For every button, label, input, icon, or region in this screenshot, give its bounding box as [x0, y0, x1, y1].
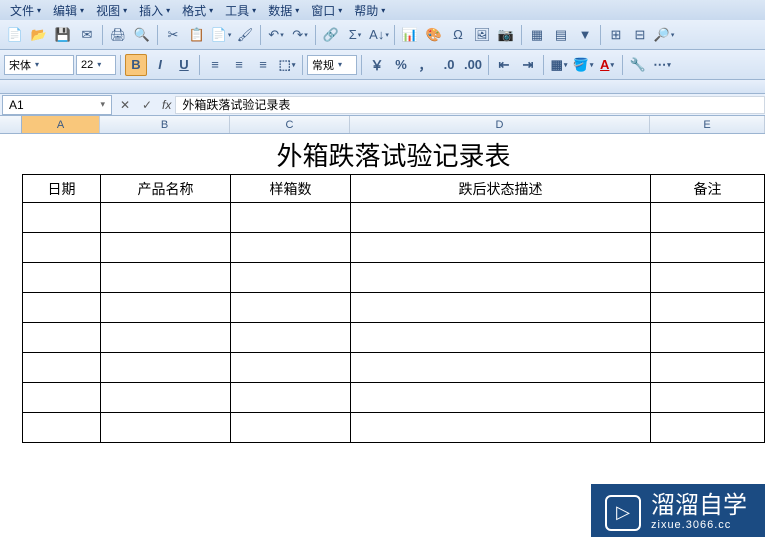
research-icon[interactable]: 🔧 — [627, 54, 649, 76]
align-left-icon[interactable]: ≡ — [204, 54, 226, 76]
fill-color-icon[interactable]: 🪣 — [572, 54, 594, 76]
decrease-indent-icon[interactable]: ⇤ — [493, 54, 515, 76]
th-remark: 备注 — [651, 175, 765, 203]
table-row — [23, 203, 765, 233]
col-header-c[interactable]: C — [230, 116, 350, 133]
copy-icon[interactable]: 📋 — [186, 24, 208, 46]
symbol-icon[interactable]: Ω — [447, 24, 469, 46]
undo-icon[interactable]: ↶ — [265, 24, 287, 46]
column-headers: A B C D E — [0, 116, 765, 134]
menu-window[interactable]: 窗口 — [305, 0, 348, 21]
save-icon[interactable]: 💾 — [52, 24, 74, 46]
more-icon[interactable]: ⋯ — [651, 54, 673, 76]
chart-icon[interactable]: 📊 — [399, 24, 421, 46]
italic-button[interactable]: I — [149, 54, 171, 76]
increase-decimal-icon[interactable]: .0 — [438, 54, 460, 76]
menu-insert[interactable]: 插入 — [133, 0, 176, 21]
zoom-icon[interactable]: 🔎 — [653, 24, 675, 46]
align-right-icon[interactable]: ≡ — [252, 54, 274, 76]
pivot-icon[interactable]: ▤ — [550, 24, 572, 46]
select-all-corner[interactable] — [0, 116, 22, 133]
open-icon[interactable]: 📂 — [28, 24, 50, 46]
watermark-brand: 溜溜自学 — [651, 494, 747, 518]
format-toolbar: 宋体 22 B I U ≡ ≡ ≡ ⬚ 常规 ￥ % ， .0 .00 ⇤ ⇥ … — [0, 50, 765, 80]
autosum-icon[interactable]: Σ — [344, 24, 366, 46]
th-product: 产品名称 — [101, 175, 231, 203]
name-box[interactable]: A1 — [2, 95, 112, 115]
number-format-combo[interactable]: 常规 — [307, 55, 357, 75]
table-icon[interactable]: ▦ — [526, 24, 548, 46]
print-icon[interactable]: 🖨 — [107, 24, 129, 46]
menu-file[interactable]: 文件 — [4, 0, 47, 21]
cut-icon[interactable]: ✂ — [162, 24, 184, 46]
picture-icon[interactable]: 🖼 — [471, 24, 493, 46]
col-header-d[interactable]: D — [350, 116, 650, 133]
standard-toolbar: 📄 📂 💾 ✉ 🖨 🔍 ✂ 📋 📄 🖌 ↶ ↷ 🔗 Σ A↓ 📊 🎨 Ω 🖼 📷… — [0, 20, 765, 50]
menu-tools[interactable]: 工具 — [219, 0, 262, 21]
comma-icon[interactable]: ， — [414, 54, 436, 76]
col-header-e[interactable]: E — [650, 116, 765, 133]
preview-icon[interactable]: 🔍 — [131, 24, 153, 46]
menu-data[interactable]: 数据 — [262, 0, 305, 21]
hyperlink-icon[interactable]: 🔗 — [320, 24, 342, 46]
mail-icon[interactable]: ✉ — [76, 24, 98, 46]
decrease-decimal-icon[interactable]: .00 — [462, 54, 484, 76]
table-row — [23, 323, 765, 353]
table-row — [23, 263, 765, 293]
sheet-title[interactable]: 外箱跌落试验记录表 — [22, 134, 765, 174]
col-header-b[interactable]: B — [100, 116, 230, 133]
new-icon[interactable]: 📄 — [4, 24, 26, 46]
table-row — [23, 383, 765, 413]
enter-icon[interactable]: ✓ — [136, 96, 158, 114]
font-combo[interactable]: 宋体 — [4, 55, 74, 75]
sheet-area[interactable]: 外箱跌落试验记录表 日期 产品名称 样箱数 跌后状态描述 备注 — [0, 134, 765, 443]
sort-asc-icon[interactable]: A↓ — [368, 24, 390, 46]
underline-button[interactable]: U — [173, 54, 195, 76]
align-center-icon[interactable]: ≡ — [228, 54, 250, 76]
table-row — [23, 233, 765, 263]
menu-view[interactable]: 视图 — [90, 0, 133, 21]
size-combo[interactable]: 22 — [76, 55, 116, 75]
filter-icon[interactable]: ▼ — [574, 24, 596, 46]
currency-icon[interactable]: ￥ — [366, 54, 388, 76]
table-row — [23, 293, 765, 323]
font-color-icon[interactable]: A — [596, 54, 618, 76]
toolbar-spacer — [0, 80, 765, 94]
menu-bar: 文件 编辑 视图 插入 格式 工具 数据 窗口 帮助 — [0, 0, 765, 20]
table-row — [23, 413, 765, 443]
menu-help[interactable]: 帮助 — [348, 0, 391, 21]
redo-icon[interactable]: ↷ — [289, 24, 311, 46]
table-row — [23, 353, 765, 383]
fx-icon[interactable]: fx — [158, 98, 175, 112]
formula-input[interactable]: 外箱跌落试验记录表 — [175, 96, 765, 114]
play-icon — [605, 495, 641, 531]
watermark: 溜溜自学 zixue.3066.cc — [591, 484, 765, 537]
th-date: 日期 — [23, 175, 101, 203]
spreadsheet-grid: A B C D E 外箱跌落试验记录表 日期 产品名称 样箱数 跌后状态描述 备… — [0, 116, 765, 443]
menu-edit[interactable]: 编辑 — [47, 0, 90, 21]
format-painter-icon[interactable]: 🖌 — [234, 24, 256, 46]
th-boxcount: 样箱数 — [231, 175, 351, 203]
data-table[interactable]: 日期 产品名称 样箱数 跌后状态描述 备注 — [22, 174, 765, 443]
borders-icon[interactable]: ▦ — [548, 54, 570, 76]
ungroup-icon[interactable]: ⊟ — [629, 24, 651, 46]
camera-icon[interactable]: 📷 — [495, 24, 517, 46]
table-header-row: 日期 产品名称 样箱数 跌后状态描述 备注 — [23, 175, 765, 203]
increase-indent-icon[interactable]: ⇥ — [517, 54, 539, 76]
menu-format[interactable]: 格式 — [176, 0, 219, 21]
th-state: 跌后状态描述 — [351, 175, 651, 203]
cancel-icon[interactable]: ✕ — [114, 96, 136, 114]
merge-icon[interactable]: ⬚ — [276, 54, 298, 76]
paste-icon[interactable]: 📄 — [210, 24, 232, 46]
watermark-url: zixue.3066.cc — [651, 520, 747, 531]
col-header-a[interactable]: A — [22, 116, 100, 133]
group-icon[interactable]: ⊞ — [605, 24, 627, 46]
bold-button[interactable]: B — [125, 54, 147, 76]
drawing-icon[interactable]: 🎨 — [423, 24, 445, 46]
percent-icon[interactable]: % — [390, 54, 412, 76]
formula-bar: A1 ✕ ✓ fx 外箱跌落试验记录表 — [0, 94, 765, 116]
